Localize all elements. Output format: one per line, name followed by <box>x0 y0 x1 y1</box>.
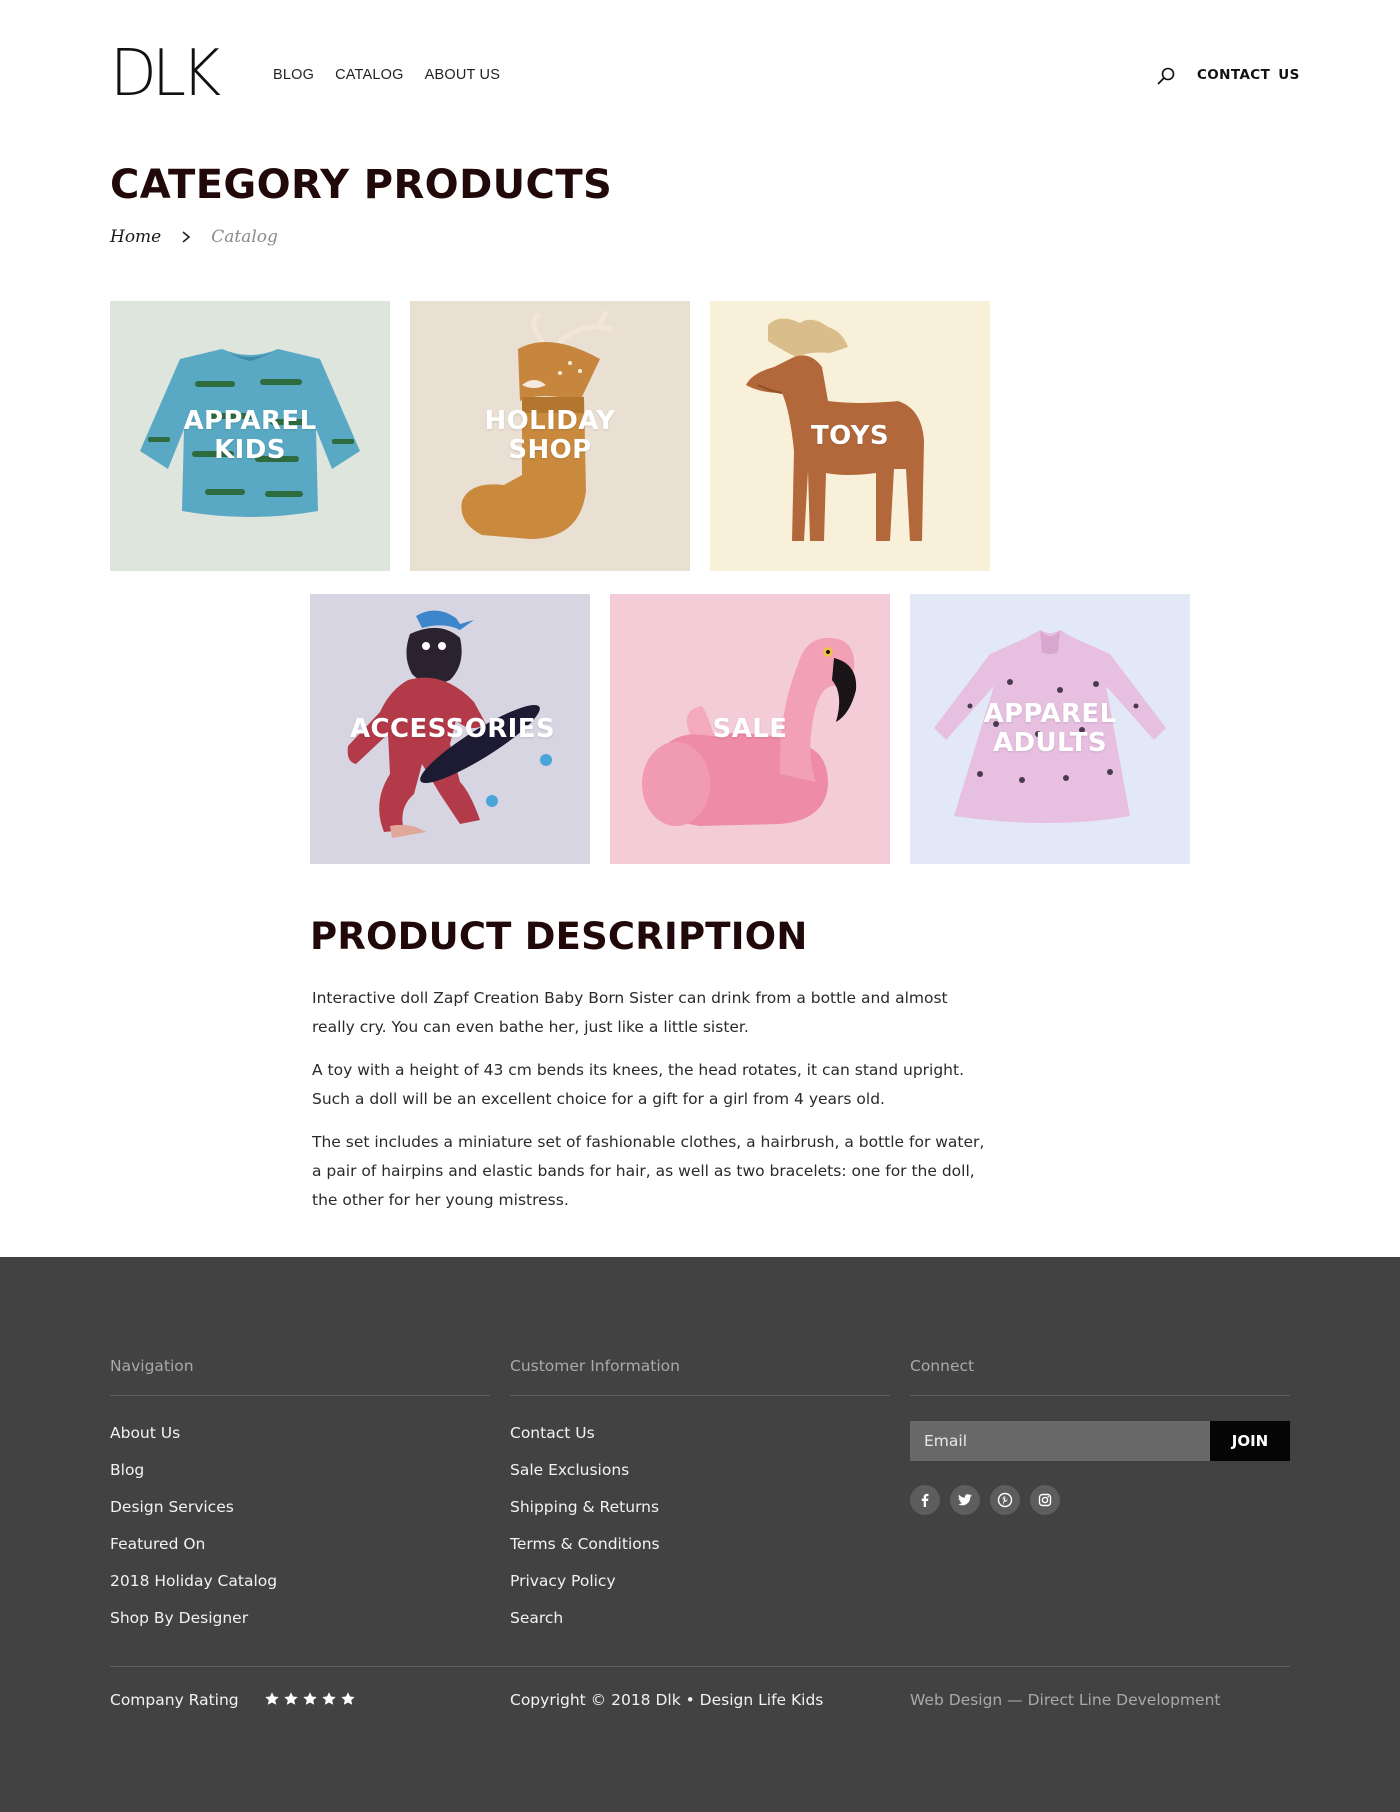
footer-link-blog[interactable]: Blog <box>110 1452 490 1489</box>
join-button[interactable]: JOIN <box>1210 1421 1290 1461</box>
category-tile-apparel-kids[interactable]: APPAREL KIDS <box>110 301 390 571</box>
category-label: ACCESSORIES <box>350 713 556 744</box>
footer-heading: Connect <box>910 1357 1290 1396</box>
nav-about-us[interactable]: ABOUT US <box>425 67 500 83</box>
social-links <box>910 1485 1290 1515</box>
category-label: APPAREL KIDS <box>183 406 317 465</box>
nav-blog[interactable]: BLOG <box>273 67 314 83</box>
breadcrumb-current: Catalog <box>211 227 278 247</box>
category-tile-toys[interactable]: TOYS <box>710 301 990 571</box>
footer-link-shop-by-designer[interactable]: Shop By Designer <box>110 1600 490 1637</box>
rating-stars <box>264 1691 356 1707</box>
star-icon <box>283 1692 298 1705</box>
chevron-right-icon <box>182 231 191 243</box>
footer-connect: Connect JOIN <box>910 1357 1290 1515</box>
rating-label: Company Rating <box>110 1691 239 1709</box>
footer-link-holiday-catalog[interactable]: 2018 Holiday Catalog <box>110 1563 490 1600</box>
footer-link-terms[interactable]: Terms & Conditions <box>510 1526 890 1563</box>
breadcrumb-home[interactable]: Home <box>110 227 161 247</box>
footer-link-featured-on[interactable]: Featured On <box>110 1526 490 1563</box>
category-label: HOLIDAY SHOP <box>484 406 616 465</box>
category-label: SALE <box>712 713 788 744</box>
star-icon <box>321 1692 336 1705</box>
email-input[interactable] <box>910 1421 1210 1461</box>
category-label: APPAREL ADULTS <box>983 699 1117 758</box>
category-tile-sale[interactable]: SALE <box>610 594 890 864</box>
category-tile-apparel-adults[interactable]: APPAREL ADULTS <box>910 594 1190 864</box>
description-paragraph: Interactive doll Zapf Creation Baby Born… <box>312 989 948 1036</box>
nav-catalog[interactable]: CATALOG <box>335 67 404 83</box>
category-label: TOYS <box>810 420 890 451</box>
footer-link-contact-us[interactable]: Contact Us <box>510 1415 890 1452</box>
star-icon <box>340 1692 355 1705</box>
main-nav: BLOG CATALOG ABOUT US <box>273 67 500 83</box>
site-header: DLK BLOG CATALOG ABOUT US CONTACT US <box>0 0 1400 140</box>
footer-divider <box>110 1666 1290 1667</box>
newsletter-form: JOIN <box>910 1421 1290 1461</box>
contact-us-link[interactable]: CONTACT US <box>1197 67 1300 83</box>
footer-customer-information: Customer Information Contact Us Sale Exc… <box>510 1357 890 1637</box>
footer-link-about-us[interactable]: About Us <box>110 1415 490 1452</box>
star-icon <box>302 1692 317 1705</box>
footer-link-sale-exclusions[interactable]: Sale Exclusions <box>510 1452 890 1489</box>
footer-link-list: Contact Us Sale Exclusions Shipping & Re… <box>510 1415 890 1637</box>
description-title: PRODUCT DESCRIPTION <box>310 915 808 958</box>
facebook-icon[interactable] <box>910 1485 940 1515</box>
design-credit[interactable]: Web Design — Direct Line Development <box>910 1691 1221 1709</box>
instagram-icon[interactable] <box>1030 1485 1060 1515</box>
copyright-text: Copyright © 2018 Dlk • Design Life Kids <box>510 1691 824 1709</box>
category-tile-accessories[interactable]: ACCESSORIES <box>310 594 590 864</box>
footer-heading: Customer Information <box>510 1357 890 1396</box>
site-footer: Navigation About Us Blog Design Services… <box>0 1257 1400 1812</box>
footer-link-design-services[interactable]: Design Services <box>110 1489 490 1526</box>
category-tile-holiday-shop[interactable]: HOLIDAY SHOP <box>410 301 690 571</box>
footer-link-search[interactable]: Search <box>510 1600 890 1637</box>
footer-link-shipping-returns[interactable]: Shipping & Returns <box>510 1489 890 1526</box>
footer-heading: Navigation <box>110 1357 490 1396</box>
description-paragraph: A toy with a height of 43 cm bends its k… <box>312 1061 965 1108</box>
pinterest-icon[interactable] <box>990 1485 1020 1515</box>
company-rating: Company Rating <box>110 1691 356 1709</box>
description-paragraph: The set includes a miniature set of fash… <box>312 1133 985 1209</box>
footer-link-list: About Us Blog Design Services Featured O… <box>110 1415 490 1637</box>
twitter-icon[interactable] <box>950 1485 980 1515</box>
site-logo[interactable]: DLK <box>110 42 221 106</box>
description-body: Interactive doll Zapf Creation Baby Born… <box>312 984 992 1229</box>
star-icon <box>264 1692 279 1705</box>
breadcrumb: Home Catalog <box>110 227 278 247</box>
search-icon[interactable] <box>1156 66 1176 86</box>
footer-link-privacy[interactable]: Privacy Policy <box>510 1563 890 1600</box>
page-title: CATEGORY PRODUCTS <box>110 162 613 208</box>
footer-navigation: Navigation About Us Blog Design Services… <box>110 1357 490 1637</box>
